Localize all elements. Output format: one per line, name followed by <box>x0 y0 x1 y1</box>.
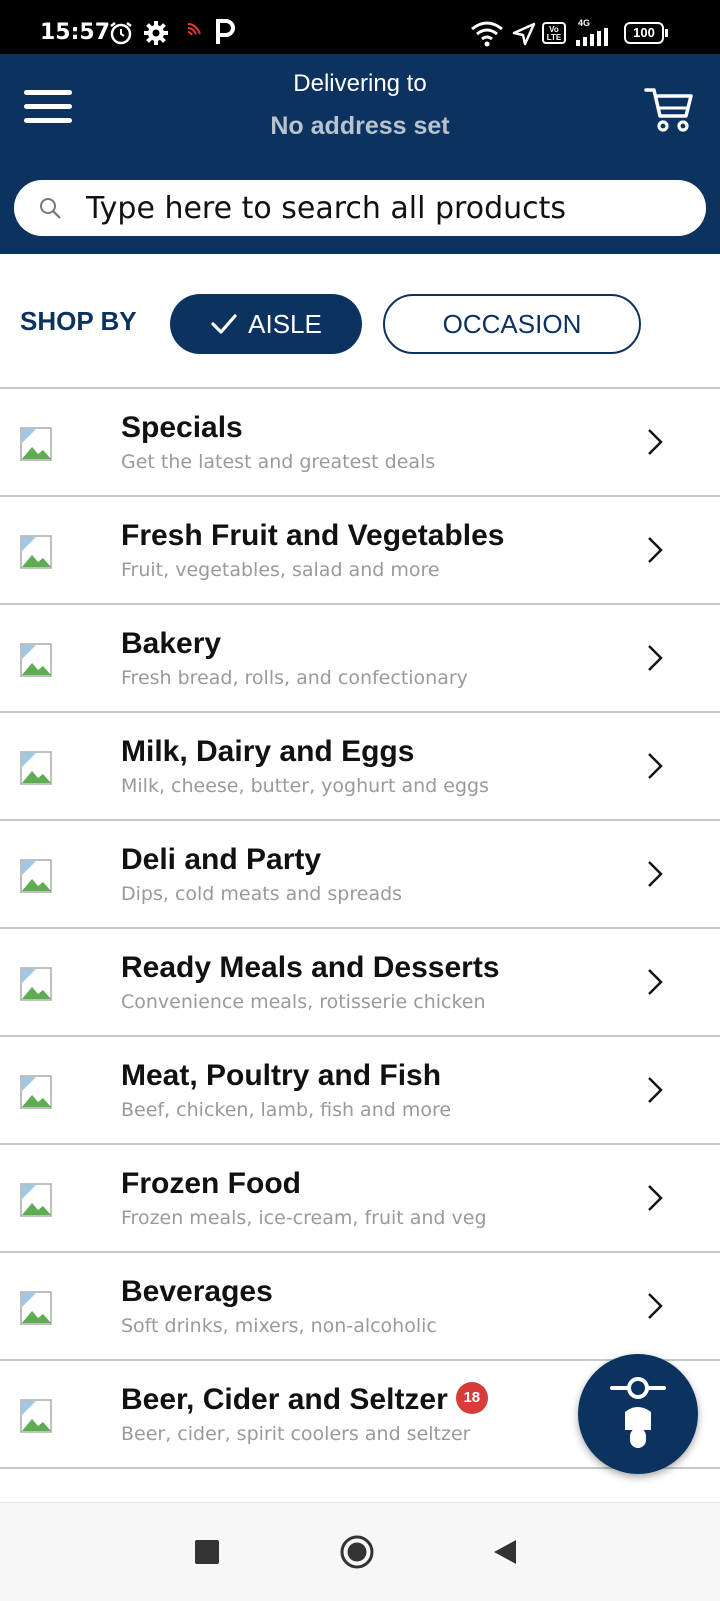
delivery-scooter-button[interactable] <box>578 1354 698 1474</box>
category-row-frozen-food[interactable]: Frozen Food Frozen meals, ice-cream, fru… <box>0 1145 720 1253</box>
category-row-milk-dairy-and-eggs[interactable]: Milk, Dairy and Eggs Milk, cheese, butte… <box>0 713 720 821</box>
chevron-right-icon <box>648 645 663 671</box>
category-row-ready-meals-and-desserts[interactable]: Ready Meals and Desserts Convenience mea… <box>0 929 720 1037</box>
broken-image-icon <box>20 1291 52 1325</box>
shop-by-bar: SHOP BY AISLE OCCASION <box>0 290 720 356</box>
category-subtitle: Convenience meals, rotisserie chicken <box>121 991 486 1013</box>
delivery-address: No address set <box>270 112 450 140</box>
location-icon <box>512 22 536 46</box>
tab-occasion[interactable]: OCCASION <box>383 294 641 354</box>
category-title: Deli and Party <box>121 843 322 876</box>
tab-occasion-label: OCCASION <box>442 308 582 339</box>
category-row-specials[interactable]: Specials Get the latest and greatest dea… <box>0 389 720 497</box>
chevron-right-icon <box>648 753 663 779</box>
category-row-beverages[interactable]: Beverages Soft drinks, mixers, non-alcoh… <box>0 1253 720 1361</box>
chevron-right-icon <box>648 1293 663 1319</box>
broken-image-icon <box>20 643 52 677</box>
broken-image-icon <box>20 427 52 461</box>
category-row-fresh-fruit-and-vegetables[interactable]: Fresh Fruit and Vegetables Fruit, vegeta… <box>0 497 720 605</box>
broken-image-icon <box>20 859 52 893</box>
chevron-right-icon <box>648 969 663 995</box>
category-title: Fresh Fruit and Vegetables <box>121 519 505 552</box>
status-time: 15:57 <box>40 20 111 45</box>
chevron-right-icon <box>648 1077 663 1103</box>
search-input[interactable] <box>86 188 686 228</box>
category-subtitle: Fruit, vegetables, salad and more <box>121 559 440 581</box>
signal-icon <box>576 28 608 46</box>
battery-icon: 100 <box>624 22 664 44</box>
volte-text: Vo LTE <box>546 25 562 42</box>
category-title: Beverages <box>121 1275 273 1308</box>
chevron-right-icon <box>648 1185 663 1211</box>
broken-image-icon <box>20 1399 52 1433</box>
category-title: Frozen Food <box>121 1167 301 1200</box>
chevron-right-icon <box>648 861 663 887</box>
category-row-bakery[interactable]: Bakery Fresh bread, rolls, and confectio… <box>0 605 720 713</box>
gear-icon <box>144 21 168 45</box>
category-title: Beer, Cider and Seltzer <box>121 1383 448 1416</box>
broken-image-icon <box>20 1183 52 1217</box>
battery-tip <box>665 29 668 37</box>
alarm-icon <box>110 22 132 45</box>
broken-image-icon <box>20 967 52 1001</box>
category-subtitle: Milk, cheese, butter, yoghurt and eggs <box>121 775 489 797</box>
tab-aisle[interactable]: AISLE <box>170 294 362 354</box>
scooter-delivery-icon <box>610 1377 666 1448</box>
volte-badge: Vo LTE <box>542 22 566 44</box>
age-restriction-badge: 18 <box>455 1382 488 1415</box>
search-icon <box>40 198 61 219</box>
broken-image-icon <box>20 751 52 785</box>
category-subtitle: Beer, cider, spirit coolers and seltzer <box>121 1423 471 1445</box>
category-title: Milk, Dairy and Eggs <box>121 735 415 768</box>
wifi-icon <box>471 21 503 47</box>
tab-aisle-label: AISLE <box>248 308 322 339</box>
category-title-with-badge: Beer, Cider and Seltzer 18 <box>121 1382 488 1417</box>
status-bar: 15:57 Vo LTE 4G 100 <box>0 0 720 54</box>
category-title: Meat, Poultry and Fish <box>121 1059 442 1092</box>
battery-level: 100 <box>633 25 655 40</box>
recents-square-icon[interactable] <box>194 1539 220 1565</box>
hamburger-menu-icon[interactable] <box>24 90 72 130</box>
network-type: 4G <box>578 18 591 28</box>
category-title: Bakery <box>121 627 222 660</box>
search-bar[interactable] <box>14 180 706 236</box>
delivering-to-label: Delivering to <box>293 70 427 97</box>
category-title: Ready Meals and Desserts <box>121 951 500 984</box>
chevron-right-icon <box>648 429 663 455</box>
category-subtitle: Get the latest and greatest deals <box>121 451 436 473</box>
delivery-address-selector[interactable]: Delivering to No address set <box>160 70 560 141</box>
category-row-meat-poultry-and-fish[interactable]: Meat, Poultry and Fish Beef, chicken, la… <box>0 1037 720 1145</box>
category-subtitle: Fresh bread, rolls, and confectionary <box>121 667 468 689</box>
chevron-right-icon <box>648 537 663 563</box>
category-subtitle: Beef, chicken, lamb, fish and more <box>121 1099 452 1121</box>
parking-icon <box>216 19 235 44</box>
broken-image-icon <box>20 535 52 569</box>
check-icon <box>211 314 237 334</box>
category-subtitle: Frozen meals, ice-cream, fruit and veg <box>121 1207 487 1229</box>
cart-icon[interactable] <box>644 84 694 134</box>
category-subtitle: Dips, cold meats and spreads <box>121 883 403 905</box>
app-header: Delivering to No address set <box>0 54 720 254</box>
back-triangle-icon[interactable] <box>492 1538 518 1566</box>
category-list: Specials Get the latest and greatest dea… <box>0 387 720 1469</box>
home-circle-icon[interactable] <box>339 1534 375 1570</box>
nfc-icon <box>187 23 201 36</box>
system-nav-bar <box>0 1502 720 1601</box>
category-subtitle: Soft drinks, mixers, non-alcoholic <box>121 1315 437 1337</box>
category-row-deli-and-party[interactable]: Deli and Party Dips, cold meats and spre… <box>0 821 720 929</box>
broken-image-icon <box>20 1075 52 1109</box>
shop-by-label: SHOP BY <box>20 306 137 336</box>
category-title: Specials <box>121 411 243 444</box>
